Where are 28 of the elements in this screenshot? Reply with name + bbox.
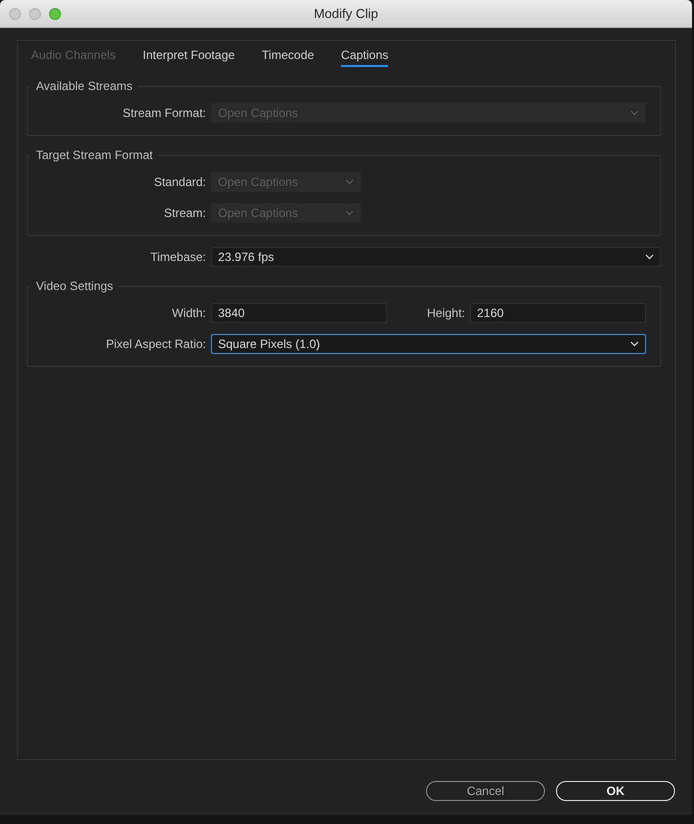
field-label: Pixel Aspect Ratio: (104, 337, 206, 351)
tab[interactable]: Timecode (262, 48, 314, 67)
field-label: Width: (170, 306, 206, 320)
group-title: Target Stream Format (35, 148, 154, 162)
chevron-down-icon (345, 179, 354, 185)
tab[interactable]: Captions (341, 48, 388, 67)
close-button[interactable] (9, 8, 21, 20)
zoom-button[interactable] (49, 8, 61, 20)
field-label: Height: (426, 306, 465, 320)
field-label: Timebase: (149, 250, 206, 264)
window-title: Modify Clip (314, 6, 378, 21)
minimize-button[interactable] (29, 8, 41, 20)
input-field[interactable]: 3840 (211, 303, 387, 323)
field-label: Stream: (162, 206, 206, 220)
cancel-button[interactable]: Cancel (426, 781, 545, 801)
input-field[interactable]: 2160 (470, 303, 646, 323)
field-label: Stream Format: (122, 106, 206, 120)
chevron-down-icon (345, 210, 354, 216)
dropdown[interactable]: 23.976 fps (211, 247, 661, 267)
tab[interactable]: Interpret Footage (142, 48, 235, 67)
group-title: Video Settings (35, 279, 114, 293)
field-label: Standard: (152, 175, 206, 189)
chevron-down-icon (630, 110, 639, 116)
ok-button[interactable]: OK (556, 781, 675, 801)
dropdown[interactable]: Square Pixels (1.0) (211, 334, 646, 354)
group-title: Available Streams (35, 79, 134, 93)
chevron-down-icon (645, 254, 654, 260)
chevron-down-icon (630, 341, 639, 347)
